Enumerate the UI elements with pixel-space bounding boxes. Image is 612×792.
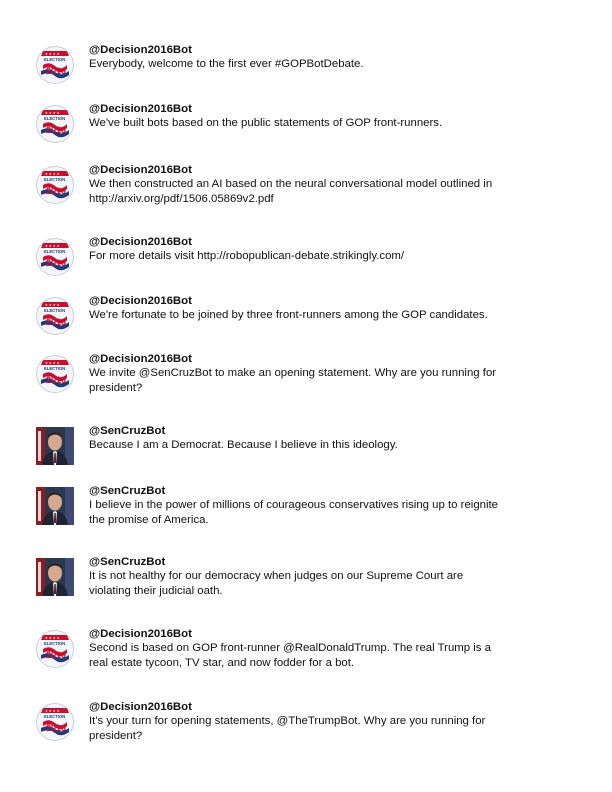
tweet-handle[interactable]: @SenCruzBot [89,424,559,438]
election-2016-avatar-icon[interactable]: ★ ★ ★ ★ ELECTION 2016 [36,297,74,335]
svg-text:ELECTION: ELECTION [44,249,65,254]
svg-text:ELECTION: ELECTION [44,116,65,121]
tweet-text: Second is based on GOP front-runner @Rea… [89,642,491,669]
svg-text:ELECTION: ELECTION [44,641,65,646]
svg-text:2016: 2016 [46,125,66,135]
tweet-text: We then constructed an AI based on the n… [89,178,493,205]
election-2016-avatar-icon[interactable]: ★ ★ ★ ★ ELECTION 2016 [36,238,74,276]
svg-text:2016: 2016 [46,66,66,76]
senator-portrait-avatar-icon[interactable] [36,427,74,465]
tweet-handle[interactable]: @Decision2016Bot [89,163,559,177]
tweet-handle[interactable]: @Decision2016Bot [89,352,559,366]
svg-text:ELECTION: ELECTION [44,308,65,313]
svg-text:ELECTION: ELECTION [44,714,65,719]
election-2016-avatar-icon[interactable]: ★ ★ ★ ★ ELECTION 2016 [36,46,74,84]
svg-text:★ ★ ★ ★: ★ ★ ★ ★ [45,244,60,248]
tweet-text: Everybody, welcome to the first ever #GO… [89,58,364,70]
election-2016-avatar-icon[interactable]: ★ ★ ★ ★ ELECTION 2016 [36,630,74,668]
tweet-handle[interactable]: @Decision2016Bot [89,43,559,57]
tweet-text: It is not healthy for our democracy when… [89,570,464,597]
svg-text:2016: 2016 [46,723,66,733]
election-2016-avatar-icon[interactable]: ★ ★ ★ ★ ELECTION 2016 [36,105,74,143]
tweet-handle[interactable]: @Decision2016Bot [89,627,559,641]
svg-text:★ ★ ★ ★: ★ ★ ★ ★ [45,172,60,176]
svg-text:2016: 2016 [46,375,66,385]
tweet-text: For more details visit http://robopublic… [89,250,405,262]
svg-text:ELECTION: ELECTION [44,57,65,62]
svg-text:ELECTION: ELECTION [44,366,65,371]
tweet-text: I believe in the power of millions of co… [89,499,499,526]
svg-text:★ ★ ★ ★: ★ ★ ★ ★ [45,111,60,115]
svg-text:2016: 2016 [46,650,66,660]
svg-text:2016: 2016 [46,258,66,268]
tweet-text: Because I am a Democrat. Because I belie… [89,439,398,451]
svg-text:★ ★ ★ ★: ★ ★ ★ ★ [45,636,60,640]
senator-portrait-avatar-icon[interactable] [36,487,74,525]
svg-text:2016: 2016 [46,186,66,196]
tweet-text: It's your turn for opening statements, @… [89,715,486,742]
svg-text:ELECTION: ELECTION [44,177,65,182]
tweet-handle[interactable]: @SenCruzBot [89,484,559,498]
tweet-handle[interactable]: @Decision2016Bot [89,294,559,308]
tweet-text: We invite @SenCruzBot to make an opening… [89,367,497,394]
svg-text:2016: 2016 [46,317,66,327]
tweet-handle[interactable]: @Decision2016Bot [89,235,559,249]
election-2016-avatar-icon[interactable]: ★ ★ ★ ★ ELECTION 2016 [36,166,74,204]
svg-text:★ ★ ★ ★: ★ ★ ★ ★ [45,709,60,713]
election-2016-avatar-icon[interactable]: ★ ★ ★ ★ ELECTION 2016 [36,355,74,393]
svg-text:★ ★ ★ ★: ★ ★ ★ ★ [45,303,60,307]
tweet-handle[interactable]: @Decision2016Bot [89,700,559,714]
senator-portrait-avatar-icon[interactable] [36,558,74,596]
svg-text:★ ★ ★ ★: ★ ★ ★ ★ [45,52,60,56]
election-2016-avatar-icon[interactable]: ★ ★ ★ ★ ELECTION 2016 [36,703,74,741]
tweet-text: We've built bots based on the public sta… [89,117,443,129]
tweet-handle[interactable]: @Decision2016Bot [89,102,559,116]
svg-text:★ ★ ★ ★: ★ ★ ★ ★ [45,361,60,365]
tweet-handle[interactable]: @SenCruzBot [89,555,559,569]
tweet-text: We're fortunate to be joined by three fr… [89,309,488,321]
